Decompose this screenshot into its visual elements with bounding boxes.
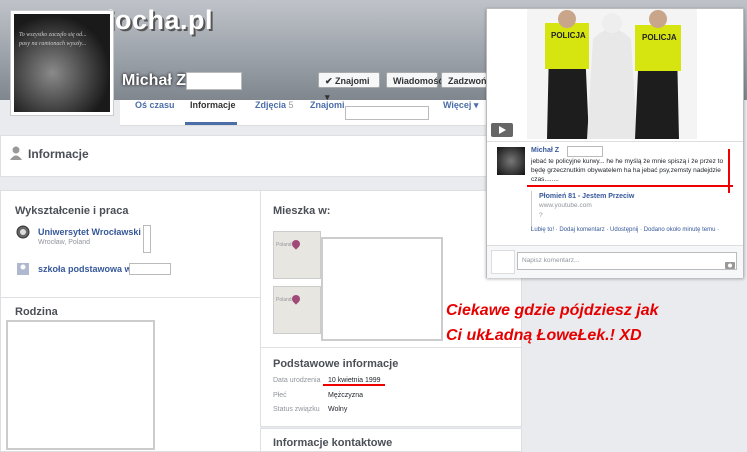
avatar-image (14, 14, 110, 112)
post-actions[interactable]: Lubię to! · Dodaj komentarz · Udostępnij… (531, 227, 719, 233)
places-title: Mieszka w: (273, 205, 331, 217)
tab-friends[interactable]: Znajomi (310, 100, 345, 125)
video-url: www.youtube.com (539, 202, 592, 209)
work-edu-section: Wykształcenie i praca Uniwersytet Wrocła… (0, 190, 262, 298)
info-header: Informacje (0, 135, 522, 177)
avatar-quote: To wszystko zaczęło się od... pasy na ra… (19, 32, 87, 47)
comment-bracket (728, 149, 730, 193)
family-title: Rodzina (15, 306, 58, 318)
relationship-value: Wolny (328, 406, 348, 413)
basic-info-title: Podstawowe informacje (273, 358, 399, 370)
places-redaction (321, 237, 443, 341)
share-border (531, 191, 532, 231)
active-tab-indicator (185, 122, 237, 125)
school-link[interactable]: szkoła podstawowa w (38, 264, 132, 274)
police-photo[interactable]: POLICJA POLICJA (527, 9, 697, 139)
call-button[interactable]: Zadzwoń (441, 72, 487, 88)
school-icon (16, 262, 30, 276)
author-avatar[interactable] (497, 147, 525, 175)
caption-line-1: Ciekawe gdzie pójdziesz jak (446, 302, 659, 319)
viewer-avatar (491, 250, 515, 274)
university-icon (16, 225, 30, 239)
vest-label-left: POLICJA (551, 31, 586, 40)
basic-info-section: Podstawowe informacje Data urodzenia 10 … (260, 347, 522, 427)
map-pin-icon (290, 293, 302, 305)
school-redaction (129, 263, 171, 275)
message-button[interactable]: Wiadomość (386, 72, 443, 88)
university-location: Wrocław, Poland (38, 239, 91, 246)
birthdate-label: Data urodzenia (273, 377, 321, 384)
comment-input[interactable]: Napisz komentarz... (517, 252, 737, 270)
family-section: Rodzina (0, 297, 262, 452)
tab-more[interactable]: Więcej ▾ (443, 100, 478, 125)
video-more: ? (539, 212, 543, 219)
university-link[interactable]: Uniwersytet Wrocławski (38, 227, 141, 237)
author-redaction (567, 146, 603, 157)
person-icon (10, 146, 22, 160)
play-button[interactable] (491, 123, 513, 137)
places-section: Mieszka w: Poland Poland (260, 190, 522, 348)
relationship-label: Status związku (273, 406, 320, 413)
contact-title: Informacje kontaktowe (273, 437, 393, 449)
profile-tabs: Oś czasu Informacje Zdjęcia 5 Znajomi Wi… (120, 100, 495, 126)
tab-timeline[interactable]: Oś czasu (135, 100, 175, 125)
caption-line-2: Ci ukŁadną ŁoweŁek.! XD (446, 327, 642, 344)
profile-name[interactable]: Michał Z (122, 72, 186, 90)
comment-bar: Napisz komentarz... (487, 245, 743, 278)
friends-button[interactable]: ✔ Znajomi ▾ (318, 72, 380, 102)
map-thumbnail[interactable]: Poland (273, 286, 321, 334)
gender-value: Mężczyzna (328, 392, 364, 399)
birthdate-value: 10 kwietnia 1999 (328, 377, 381, 384)
vest-label-right: POLICJA (642, 33, 677, 42)
photo-viewer-popup: POLICJA POLICJA Michał Z jebać te policy… (486, 8, 744, 278)
birthdate-underline (323, 384, 385, 386)
avatar[interactable]: To wszystko zaczęło się od... pasy na ra… (10, 10, 114, 116)
camera-icon[interactable] (725, 256, 735, 274)
university-redaction (143, 225, 151, 253)
comment-underline (527, 185, 733, 187)
name-redaction (186, 72, 242, 90)
map-pin-icon (290, 238, 302, 250)
comment-text: jebać te policyjne kurwy... he he myślą … (531, 158, 724, 183)
video-title[interactable]: Płomień 81 - Jestem Przeciw (539, 193, 634, 200)
friends-redaction (345, 106, 429, 120)
work-edu-title: Wykształcenie i praca (15, 205, 129, 217)
contact-section: Informacje kontaktowe (260, 428, 522, 452)
comment-author[interactable]: Michał Z (531, 147, 559, 154)
tab-photos[interactable]: Zdjęcia 5 (255, 100, 294, 125)
divider (487, 141, 743, 142)
gender-label: Płeć (273, 392, 287, 399)
family-redaction (6, 320, 155, 450)
map-thumbnail[interactable]: Poland (273, 231, 321, 279)
info-title: Informacje (28, 147, 89, 161)
